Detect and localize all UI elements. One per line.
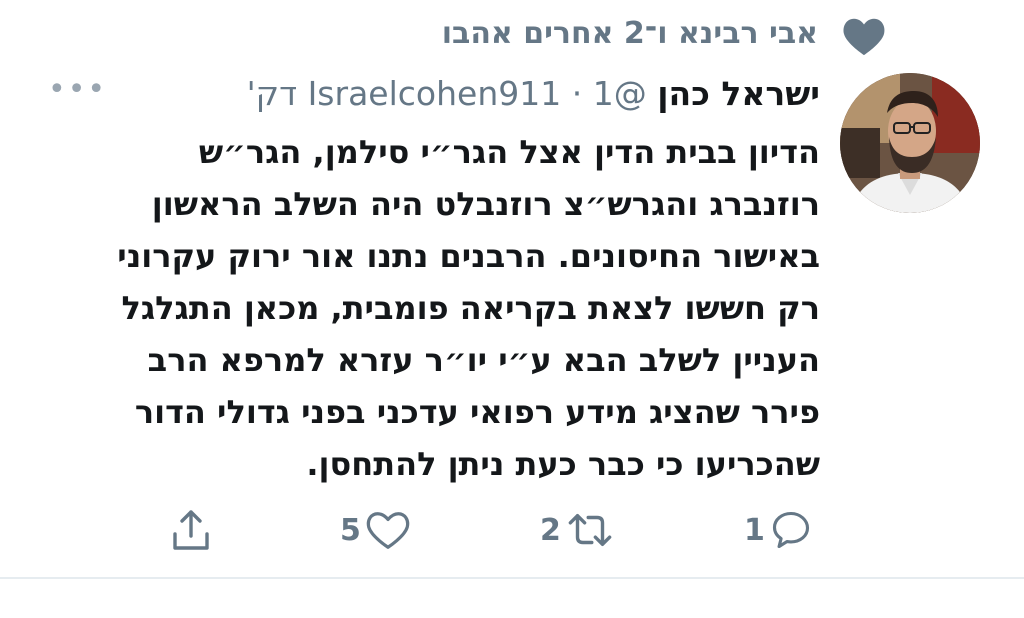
avatar-image	[840, 73, 980, 213]
retweet-count: 2	[540, 512, 561, 548]
tweet-text-line: שהכריעו כי כבר כעת ניתן להתחסן.	[306, 445, 820, 483]
social-context: אבי רבינא ו־2 אחרים אהבו	[0, 14, 1024, 62]
tweet-header: ישראל כהן @Israelcohen911 · 1 דק'	[247, 74, 820, 114]
like-count: 5	[340, 512, 361, 548]
tweet-text-line: הדיון בבית הדין אצל הגר״י סילמן, הגר״ש	[198, 133, 820, 171]
reply-count: 1	[744, 512, 765, 548]
avatar[interactable]	[840, 73, 980, 213]
retweet-icon	[568, 514, 612, 546]
heart-outline-icon	[366, 512, 410, 549]
social-context-text[interactable]: אבי רבינא ו־2 אחרים אהבו	[442, 16, 818, 51]
tweet-text-line: רק חששו לצאת בקריאה פומבית, מכאן התגלגל	[121, 289, 820, 327]
retweet-button[interactable]: 2	[540, 502, 615, 558]
tweet-text-line: העניין לשלב הבא ע״י יו״ר עזרא למרפא הרב	[147, 341, 820, 379]
author-name[interactable]: ישראל כהן	[657, 74, 820, 113]
more-icon[interactable]: •••	[48, 75, 107, 105]
reply-icon	[772, 511, 809, 549]
share-button[interactable]	[166, 502, 216, 558]
heart-icon	[843, 18, 885, 56]
share-icon	[173, 510, 209, 550]
tweet-actions: 1 2 5	[0, 502, 1024, 558]
tweet-text-line: רוזנברג והגרש״צ רוזנבלט היה השלב הראשון	[151, 185, 820, 223]
tweet-body: הדיון בבית הדין אצל הגר״י סילמן, הגר״ש ר…	[30, 126, 820, 490]
tweet-divider	[0, 577, 1024, 579]
tweet-text-line: פירר שהציג מידע רפואי עדכני בפני גדולי ה…	[134, 393, 820, 431]
tweet-text-line: באישור החיסונים. הרבנים נתנו אור ירוק עק…	[117, 237, 820, 275]
reply-button[interactable]: 1	[744, 502, 813, 558]
meta-separator: ·	[571, 74, 583, 113]
like-button[interactable]: 5	[340, 502, 411, 558]
